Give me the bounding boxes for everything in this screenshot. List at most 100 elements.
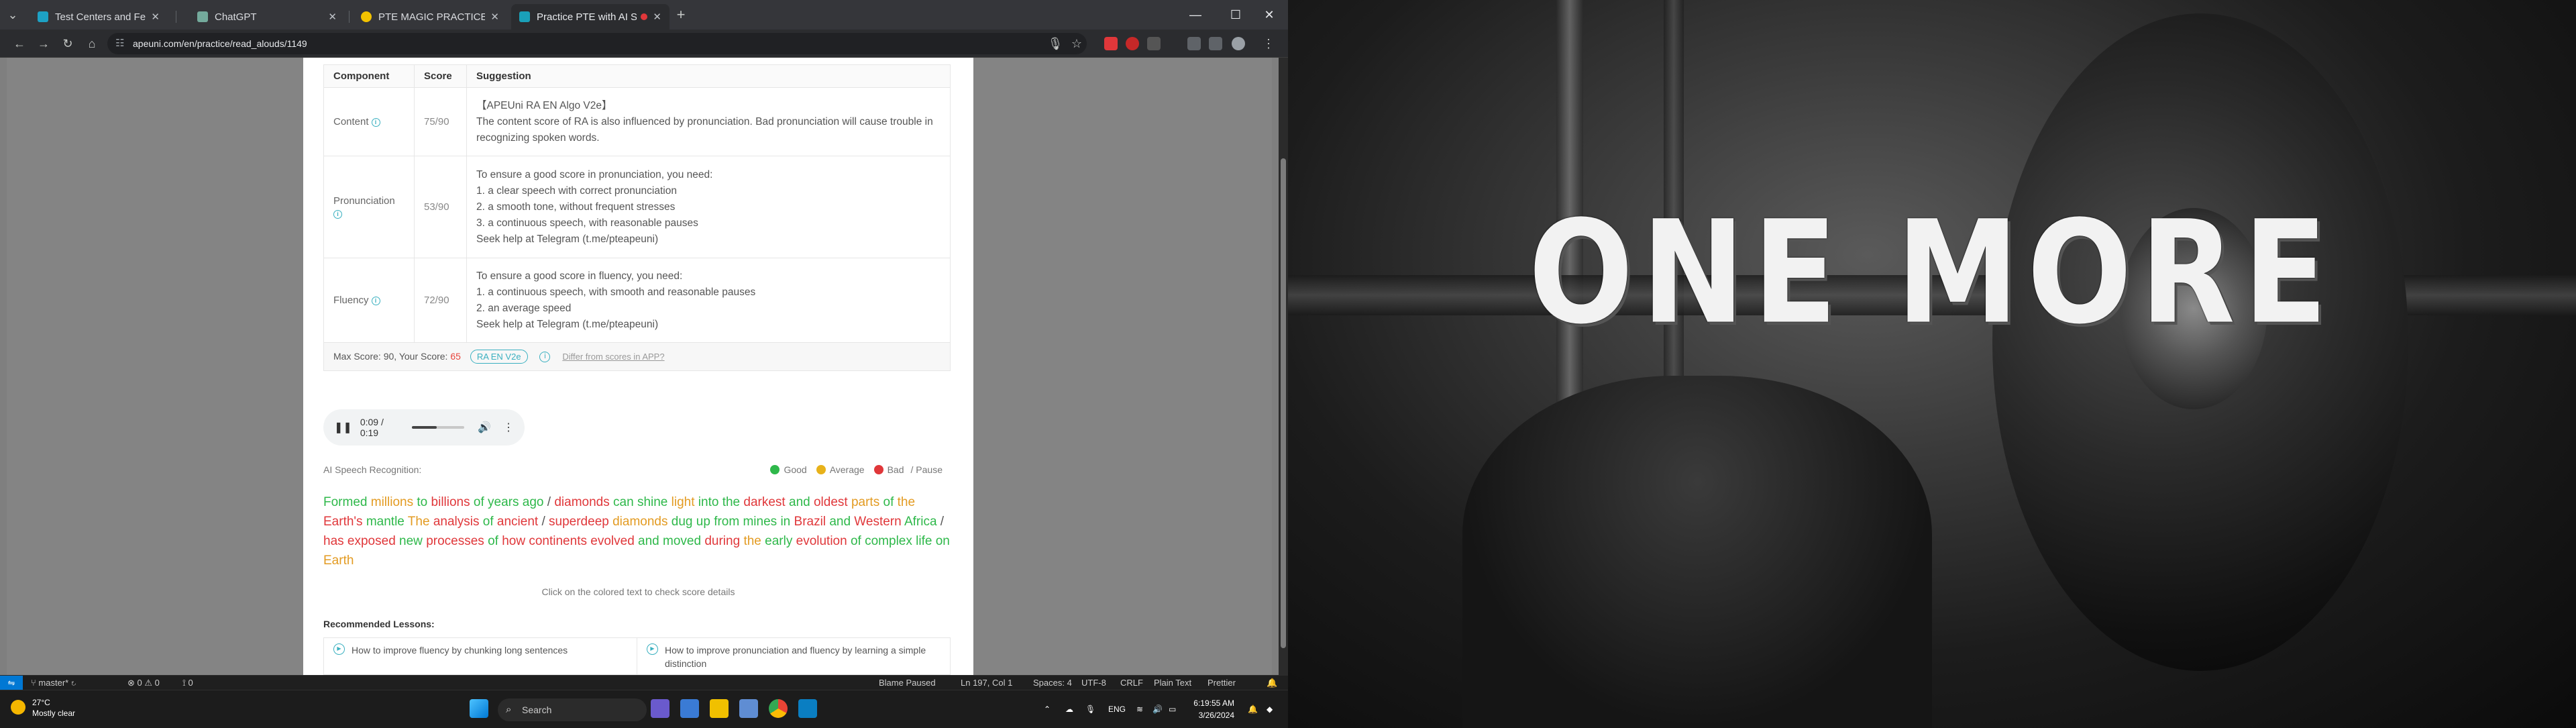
transcript-word[interactable]: Brazil <box>794 515 826 529</box>
forward-icon[interactable]: → <box>35 35 52 52</box>
notifications-bell-icon[interactable]: 🔔 <box>1267 676 1277 690</box>
transcript-word[interactable]: billions <box>431 495 470 509</box>
blame-status[interactable]: Blame Paused <box>879 676 936 690</box>
close-window-button[interactable]: ✕ <box>1256 5 1283 24</box>
transcript-word[interactable]: the <box>743 534 761 548</box>
play-icon[interactable]: ▶ <box>647 643 658 655</box>
transcript-word[interactable]: Earth's <box>323 515 363 529</box>
maximize-button[interactable]: ☐ <box>1222 5 1249 24</box>
downloads-icon[interactable] <box>1187 37 1201 50</box>
transcript-word[interactable]: oldest <box>814 495 848 509</box>
transcript-word[interactable]: in <box>780 515 790 529</box>
transcript-word[interactable]: from <box>714 515 739 529</box>
transcript-word[interactable]: years <box>488 495 519 509</box>
transcript-word[interactable]: Earth <box>323 554 354 568</box>
tab-apeuni-active[interactable]: Practice PTE with AI Scoring ✕ <box>511 4 669 30</box>
transcript-word[interactable]: and <box>789 495 810 509</box>
back-icon[interactable]: ← <box>11 35 28 52</box>
transcript-word[interactable]: during <box>704 534 740 548</box>
cursor-position[interactable]: Ln 197, Col 1 <box>961 676 1012 690</box>
transcript-word[interactable]: millions <box>371 495 413 509</box>
transcript-word[interactable]: ancient <box>497 515 538 529</box>
page-scrollbar[interactable] <box>1279 58 1288 675</box>
transcript-word[interactable]: continents <box>529 534 587 548</box>
extensions-puzzle-icon[interactable] <box>1147 37 1161 50</box>
home-icon[interactable]: ⌂ <box>83 35 101 52</box>
taskbar-search[interactable]: ⌕ Search <box>498 698 647 721</box>
tab-search-icon[interactable]: ⌄ <box>4 6 21 23</box>
transcript-word[interactable]: Formed <box>323 495 367 509</box>
lesson-label[interactable]: How to improve pronunciation and fluency… <box>665 643 941 670</box>
transcript-word[interactable]: light <box>672 495 695 509</box>
indentation[interactable]: Spaces: 4 <box>1033 676 1072 690</box>
transcript-word[interactable]: the <box>722 495 740 509</box>
start-windows-icon[interactable] <box>470 699 488 718</box>
volume-tray-icon[interactable]: 🔊 <box>1152 690 1163 728</box>
close-tab-icon[interactable]: ✕ <box>490 11 499 23</box>
system-clock[interactable]: 6:19:55 AM 3/26/2024 <box>1187 697 1234 721</box>
settings-gear-icon[interactable] <box>739 699 758 718</box>
extension-red-icon[interactable] <box>1104 37 1118 50</box>
transcript-word[interactable]: new <box>399 534 423 548</box>
profile-avatar-icon[interactable] <box>1232 37 1245 50</box>
file-explorer-icon[interactable] <box>710 699 729 718</box>
transcript-word[interactable]: The <box>408 515 430 529</box>
tab-pearson[interactable]: Test Centers and Fees | Pearson ✕ <box>30 4 168 30</box>
transcript-word[interactable]: of <box>474 495 484 509</box>
teams-chat-icon[interactable] <box>680 699 699 718</box>
transcript-word[interactable]: mines <box>743 515 777 529</box>
close-tab-icon[interactable]: ✕ <box>653 11 661 23</box>
transcript-word[interactable]: complex <box>865 534 912 548</box>
transcript-word[interactable]: to <box>417 495 427 509</box>
reload-icon[interactable]: ↻ <box>59 35 76 52</box>
more-options-icon[interactable]: ⋮ <box>503 421 514 434</box>
lesson-label[interactable]: How to improve fluency by chunking long … <box>352 643 568 657</box>
transcript-word[interactable]: mantle <box>366 515 405 529</box>
transcript-word[interactable]: processes <box>426 534 484 548</box>
transcript-word[interactable]: superdeep <box>549 515 609 529</box>
extension-badge-icon[interactable] <box>1126 37 1139 50</box>
transcript-word[interactable]: evolution <box>796 534 847 548</box>
problems-indicator[interactable]: ⊗ 0 ⚠ 0 <box>127 676 160 690</box>
differ-scores-link[interactable]: Differ from scores in APP? <box>562 352 664 362</box>
help-icon[interactable]: i <box>539 352 551 363</box>
transcript-word[interactable]: Africa <box>904 515 937 529</box>
chrome-taskbar-icon[interactable] <box>769 699 788 718</box>
transcript-word[interactable]: parts <box>851 495 879 509</box>
vscode-taskbar-icon[interactable] <box>798 699 817 718</box>
transcript-word[interactable]: up <box>696 515 710 529</box>
remote-icon[interactable]: ⇋ <box>0 676 23 690</box>
pause-icon[interactable]: ❚❚ <box>334 421 352 434</box>
bookmark-star-icon[interactable]: ☆ <box>1068 35 1085 52</box>
transcript-word[interactable]: and <box>829 515 851 529</box>
transcript-word[interactable]: diamonds <box>554 495 609 509</box>
copilot-icon[interactable]: ◆ <box>1267 690 1273 728</box>
site-info-icon[interactable]: ☷ <box>115 33 124 54</box>
input-language[interactable]: ENG <box>1108 690 1126 728</box>
lesson-item[interactable]: ▶ How to improve fluency by chunking lon… <box>324 638 637 674</box>
transcript-word[interactable]: and <box>638 534 659 548</box>
transcript-word[interactable]: of <box>851 534 861 548</box>
onedrive-icon[interactable]: ☁ <box>1065 690 1073 728</box>
battery-icon[interactable]: ▭ <box>1169 690 1176 728</box>
transcript-word[interactable]: moved <box>663 534 701 548</box>
side-panel-icon[interactable] <box>1209 37 1222 50</box>
transcript-word[interactable]: can <box>613 495 634 509</box>
notification-icon[interactable]: 🔔 <box>1248 690 1258 728</box>
audio-progress-track[interactable] <box>411 426 465 429</box>
transcript-word[interactable]: of <box>483 515 494 529</box>
info-icon[interactable]: i <box>371 117 380 127</box>
transcript-word[interactable]: dug <box>672 515 693 529</box>
minimize-button[interactable]: — <box>1182 5 1209 24</box>
new-tab-button[interactable]: + <box>672 6 690 23</box>
wifi-icon[interactable]: ≋ <box>1136 690 1143 728</box>
scrollbar-thumb[interactable] <box>1281 158 1286 648</box>
transcript-word[interactable]: the <box>898 495 915 509</box>
mic-tray-icon[interactable]: 🎙 <box>1085 690 1095 728</box>
close-tab-icon[interactable]: ✕ <box>151 11 160 23</box>
transcript-word[interactable]: has <box>323 534 344 548</box>
info-icon[interactable]: i <box>333 209 342 219</box>
line-ending[interactable]: CRLF <box>1120 676 1143 690</box>
tab-pte-magic[interactable]: PTE MAGIC PRACTICE ✕ <box>353 4 507 30</box>
chrome-menu-icon[interactable]: ⋮ <box>1260 35 1277 52</box>
